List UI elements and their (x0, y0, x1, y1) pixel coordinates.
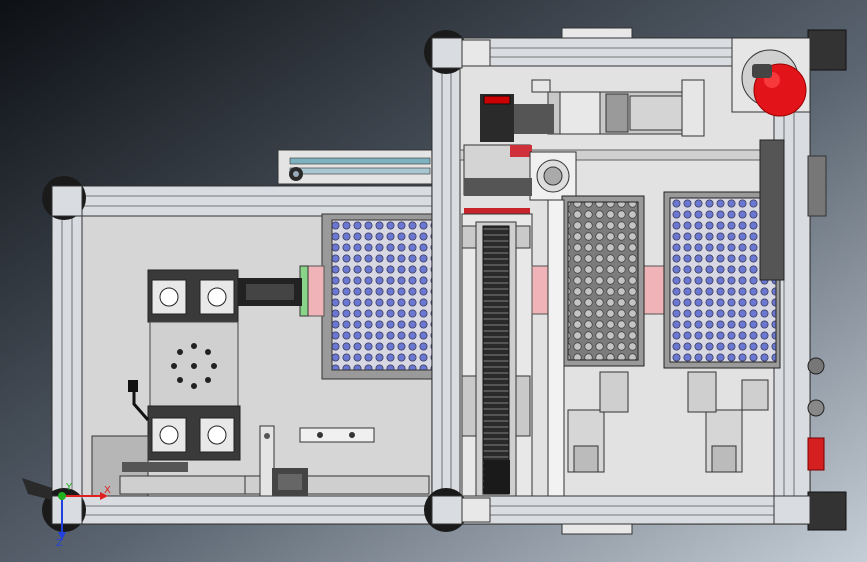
right-module (424, 27, 847, 535)
bottom-tab (561, 523, 633, 535)
microplate-wells-grey (567, 201, 639, 361)
left-frame-bottom (51, 495, 437, 525)
corner-foot-bottom (807, 491, 847, 531)
side-red-button (807, 437, 825, 471)
triad-z-label: Z (56, 538, 63, 549)
triad-x-label: X (104, 485, 111, 496)
triad-origin (58, 492, 66, 500)
rear-linear-rail (277, 149, 437, 185)
corner-foot-top (807, 29, 847, 71)
triad-y-label: Y (65, 482, 73, 493)
bottom-slide (119, 475, 246, 495)
top-tab (561, 27, 633, 39)
left-frame-side (51, 185, 83, 525)
indicator-light-1 (807, 357, 825, 375)
cad-machine-top-view: X Y Z (0, 0, 867, 562)
left-frame-top (51, 185, 437, 217)
drive-belt (482, 225, 510, 495)
slotted-plate (299, 427, 375, 443)
indicator-light-2 (807, 399, 825, 417)
side-guide (759, 139, 785, 281)
left-module (22, 149, 437, 532)
microplate-wells-left (331, 219, 437, 371)
